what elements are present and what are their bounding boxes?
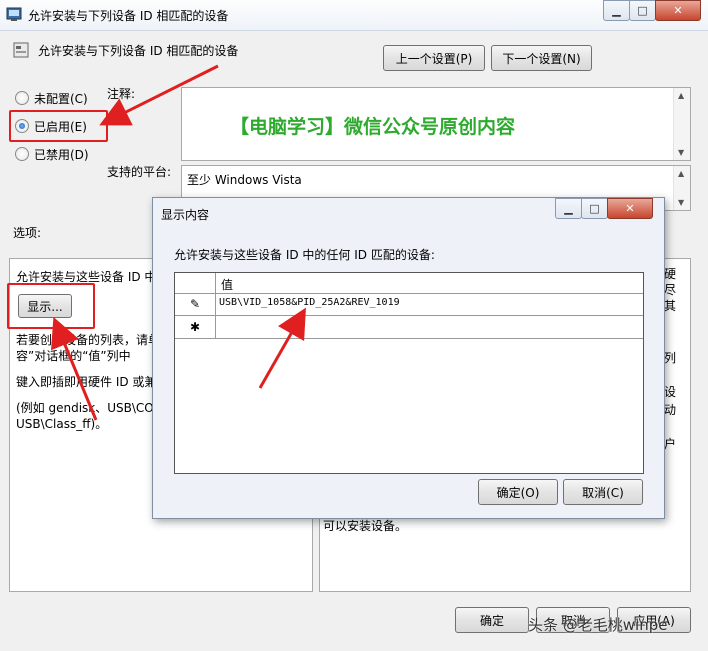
- row-new-icon: ✱: [175, 316, 216, 338]
- next-setting-button[interactable]: 下一个设置(N): [491, 45, 592, 71]
- ok-button[interactable]: 确定: [455, 607, 529, 633]
- dialog-minimize-button[interactable]: ▁: [555, 198, 582, 219]
- radio-disabled[interactable]: [15, 147, 29, 161]
- scroll-up-icon[interactable]: ▲: [678, 169, 684, 178]
- table-row[interactable]: ✱: [175, 316, 643, 339]
- setting-heading: 允许安装与下列设备 ID 相匹配的设备: [38, 44, 239, 58]
- help-fragment: 尽: [664, 283, 677, 297]
- row-value[interactable]: USB\VID_1058&PID_25A2&REV_1019: [219, 297, 400, 308]
- help-fragment: 列: [664, 351, 677, 365]
- comment-scrollbar[interactable]: ▲ ▼: [673, 88, 690, 160]
- options-help-2: 键入即插即用硬件 ID 或兼: [16, 375, 157, 389]
- dialog-close-button[interactable]: ✕: [607, 198, 653, 219]
- highlight-box-show: [7, 283, 95, 329]
- radio-disabled-label: 已禁用(D): [34, 148, 89, 162]
- platform-label: 支持的平台:: [107, 165, 172, 179]
- watermark: 头条 @老毛桃winpe: [528, 616, 668, 634]
- window-title: 允许安装与下列设备 ID 相匹配的设备: [28, 9, 229, 23]
- dialog-maximize-button[interactable]: □: [581, 198, 608, 219]
- platform-value: 至少 Windows Vista: [187, 173, 302, 187]
- options-help-3b: USB\Class_ff)。: [16, 417, 108, 431]
- scroll-down-icon[interactable]: ▼: [678, 198, 684, 207]
- help-fragment: 动: [664, 403, 677, 417]
- help-tail: 可以安装设备。: [323, 519, 408, 533]
- close-button[interactable]: ✕: [655, 0, 701, 21]
- help-fragment: 设: [664, 385, 677, 399]
- options-help-1: 若要创建设备的列表，请单: [16, 333, 161, 347]
- highlight-box-enabled: [9, 110, 108, 142]
- policy-app-icon: [6, 6, 22, 22]
- grid-corner: [175, 273, 216, 293]
- help-fragment: 户: [664, 437, 677, 451]
- options-label: 选项:: [13, 226, 42, 240]
- dialog-prompt: 允许安装与这些设备 ID 中的任何 ID 匹配的设备:: [174, 248, 435, 262]
- grid-header: 值: [175, 273, 643, 294]
- platform-scrollbar[interactable]: ▲ ▼: [673, 166, 690, 210]
- radio-not-configured-label: 未配置(C): [34, 92, 88, 106]
- prev-setting-button[interactable]: 上一个设置(P): [383, 45, 485, 71]
- values-grid: 值 ✎ USB\VID_1058&PID_25A2&REV_1019 ✱: [174, 272, 644, 474]
- options-help-3: (例如 gendisk、USB\CO: [16, 401, 154, 415]
- options-help-1b: 容”对话框的“值”列中: [16, 349, 131, 363]
- title-bar: 允许安装与下列设备 ID 相匹配的设备 ▁ □ ✕: [0, 0, 708, 31]
- help-fragment: 其: [664, 299, 677, 313]
- policy-setting-icon: [13, 42, 29, 58]
- column-header-value: 值: [221, 278, 234, 292]
- scroll-down-icon[interactable]: ▼: [678, 148, 684, 157]
- comment-text: 【电脑学习】微信公众号原创内容: [230, 116, 516, 138]
- table-row[interactable]: ✎ USB\VID_1058&PID_25A2&REV_1019: [175, 293, 643, 316]
- row-edit-icon: ✎: [175, 293, 216, 315]
- dialog-title: 显示内容: [161, 208, 210, 222]
- minimize-button[interactable]: ▁: [603, 0, 630, 21]
- scroll-up-icon[interactable]: ▲: [678, 91, 684, 100]
- show-content-dialog: 显示内容 ▁ □ ✕ 允许安装与这些设备 ID 中的任何 ID 匹配的设备: 值…: [152, 197, 665, 519]
- help-fragment: 硬: [664, 267, 677, 281]
- dialog-cancel-button[interactable]: 取消(C): [563, 479, 643, 505]
- dialog-ok-button[interactable]: 确定(O): [478, 479, 558, 505]
- comment-textarea[interactable]: 【电脑学习】微信公众号原创内容 ▲ ▼: [181, 87, 691, 161]
- radio-not-configured[interactable]: [15, 91, 29, 105]
- comment-label: 注释:: [107, 87, 136, 101]
- maximize-button[interactable]: □: [629, 0, 656, 21]
